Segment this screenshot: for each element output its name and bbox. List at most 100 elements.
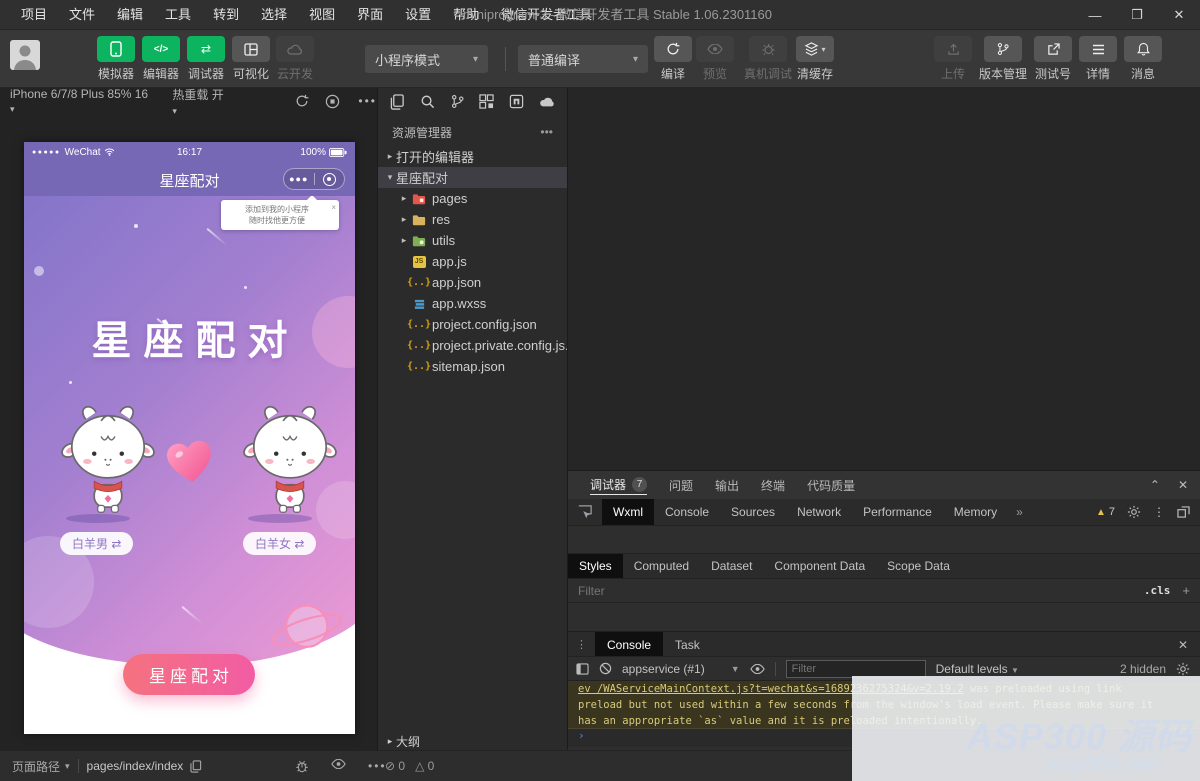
styles-tab-computed[interactable]: Computed [623, 554, 700, 578]
tab-problems[interactable]: 问题 [669, 477, 693, 494]
tab-output[interactable]: 输出 [715, 477, 739, 494]
devtools-tab-console[interactable]: Console [654, 499, 720, 525]
tree-file-projectconfig[interactable]: {..} project.config.json [378, 314, 567, 335]
device-debug-button[interactable]: 真机调试 [740, 36, 796, 82]
mock-icon[interactable] [539, 95, 555, 108]
messages-button[interactable]: 消息 [1120, 36, 1166, 82]
drawer-menu-icon[interactable]: ⋮ [576, 638, 587, 651]
match-button[interactable]: 星座配对 [123, 654, 255, 695]
console-eye-icon[interactable] [750, 664, 765, 674]
eye-icon[interactable] [331, 759, 346, 773]
drawer-tab-console[interactable]: Console [595, 632, 663, 657]
tree-folder-pages[interactable]: ▸ pages [378, 188, 567, 209]
test-account-button[interactable]: 测试号 [1030, 36, 1076, 82]
tree-file-projectprivateconfig[interactable]: {..} project.private.config.js... [378, 335, 567, 356]
version-control-button[interactable]: 版本管理 [975, 36, 1031, 82]
menu-view[interactable]: 视图 [298, 0, 346, 30]
screen-record-icon[interactable] [325, 94, 340, 109]
drawer-tab-task[interactable]: Task [663, 632, 712, 657]
devtools-tab-wxml[interactable]: Wxml [602, 499, 654, 525]
tree-file-appjson[interactable]: {..} app.json [378, 272, 567, 293]
tab-terminal[interactable]: 终端 [761, 477, 785, 494]
hot-reload-toggle[interactable]: 热重载 开 ▾ [172, 86, 229, 117]
menu-file[interactable]: 文件 [58, 0, 106, 30]
menu-select[interactable]: 选择 [250, 0, 298, 30]
console-prompt[interactable]: › [568, 729, 1200, 747]
console-settings-icon[interactable] [1176, 662, 1190, 676]
devtools-tab-memory[interactable]: Memory [943, 499, 1008, 525]
tree-file-appjs[interactable]: JS app.js [378, 251, 567, 272]
editor-toggle[interactable]: </> 编辑器 [138, 36, 184, 82]
close-button[interactable]: ✕ [1158, 0, 1200, 30]
search-icon[interactable] [420, 94, 435, 109]
bug-icon[interactable] [295, 759, 309, 773]
tree-folder-res[interactable]: ▸ res [378, 209, 567, 230]
console-filter-input[interactable] [786, 660, 926, 678]
console-sidebar-icon[interactable] [576, 663, 589, 675]
cloud-dev-toggle[interactable]: 云开发 [272, 36, 318, 82]
styles-filter-input[interactable] [568, 583, 1144, 599]
tree-file-sitemap[interactable]: {..} sitemap.json [378, 356, 567, 377]
clear-console-icon[interactable] [599, 662, 612, 675]
files-icon[interactable] [390, 94, 405, 110]
more-options-icon[interactable]: ••• [358, 94, 377, 108]
minimize-button[interactable]: — [1074, 0, 1116, 30]
visual-toggle[interactable]: 可视化 [228, 36, 274, 82]
styles-tab-component-data[interactable]: Component Data [763, 554, 876, 578]
male-sign-selector[interactable]: 白羊男 ⇄ [60, 532, 133, 555]
tab-code-quality[interactable]: 代码质量 [807, 477, 855, 494]
copy-path-icon[interactable] [190, 760, 202, 773]
outline-section[interactable]: ▸ 大纲 [378, 733, 567, 750]
devtools-tab-sources[interactable]: Sources [720, 499, 786, 525]
more-actions-icon[interactable]: ••• [540, 125, 553, 139]
npm-scripts-icon[interactable] [509, 94, 524, 109]
undock-icon[interactable] [1177, 506, 1190, 518]
upload-button[interactable]: 上传 [930, 36, 976, 82]
inspect-element-icon[interactable] [568, 505, 602, 519]
devtools-tab-network[interactable]: Network [786, 499, 852, 525]
menu-tools[interactable]: 工具 [154, 0, 202, 30]
styles-tab-styles[interactable]: Styles [568, 554, 623, 578]
page-path-select[interactable]: 页面路径 ▾ [12, 758, 70, 775]
preview-button[interactable]: 预览 [692, 36, 738, 82]
menu-edit[interactable]: 编辑 [106, 0, 154, 30]
restart-icon[interactable] [295, 94, 309, 108]
devtools-menu-icon[interactable]: ⋮ [1153, 505, 1165, 519]
tree-folder-utils[interactable]: ▸ utils [378, 230, 567, 251]
menu-settings[interactable]: 设置 [394, 0, 442, 30]
problem-counts[interactable]: ⊘ 0 △ 0 [385, 759, 434, 773]
source-control-icon[interactable] [450, 94, 465, 109]
warnings-indicator[interactable]: ▲7 [1096, 506, 1115, 518]
extensions-icon[interactable] [479, 94, 494, 109]
collapse-panel-icon[interactable]: ⌃ [1150, 478, 1160, 492]
more-tabs-icon[interactable]: » [1008, 505, 1031, 519]
details-button[interactable]: 详情 [1075, 36, 1121, 82]
hidden-messages-label[interactable]: 2 hidden [1120, 662, 1166, 676]
open-editors-section[interactable]: ▸ 打开的编辑器 [378, 146, 567, 167]
simulator-toggle[interactable]: 模拟器 [93, 36, 139, 82]
female-sign-selector[interactable]: 白羊女 ⇄ [243, 532, 316, 555]
styles-tab-dataset[interactable]: Dataset [700, 554, 763, 578]
close-panel-icon[interactable]: ✕ [1178, 478, 1188, 492]
more-options-icon[interactable]: ••• [368, 759, 387, 773]
close-drawer-icon[interactable]: ✕ [1178, 638, 1188, 652]
devtools-tab-performance[interactable]: Performance [852, 499, 943, 525]
console-levels-select[interactable]: Default levels ▼ [936, 662, 1019, 676]
maximize-button[interactable]: ❒ [1116, 0, 1158, 30]
tree-file-appwxss[interactable]: app.wxss [378, 293, 567, 314]
compile-mode-select[interactable]: 普通编译 ▾ [518, 45, 648, 73]
menu-project[interactable]: 项目 [10, 0, 58, 30]
device-select[interactable]: iPhone 6/7/8 Plus 85% 16 ▾ [10, 87, 150, 115]
console-context-select[interactable]: appservice (#1) ▼ [622, 662, 740, 676]
project-root[interactable]: ▾ 星座配对 [378, 167, 567, 188]
console-warning-link[interactable]: ev /WAServiceMainContext.js?t=wechat&s=1… [578, 683, 964, 695]
capsule-menu-icon[interactable]: ●●● [284, 169, 314, 189]
menu-goto[interactable]: 转到 [202, 0, 250, 30]
debugger-toggle[interactable]: ⇄ 调试器 [183, 36, 229, 82]
menu-interface[interactable]: 界面 [346, 0, 394, 30]
compile-button[interactable]: 编译 [650, 36, 696, 82]
tab-debugger[interactable]: 调试器 7 [590, 476, 647, 495]
cls-toggle[interactable]: .cls [1144, 584, 1171, 597]
styles-tab-scope-data[interactable]: Scope Data [876, 554, 961, 578]
user-avatar[interactable] [10, 40, 40, 70]
